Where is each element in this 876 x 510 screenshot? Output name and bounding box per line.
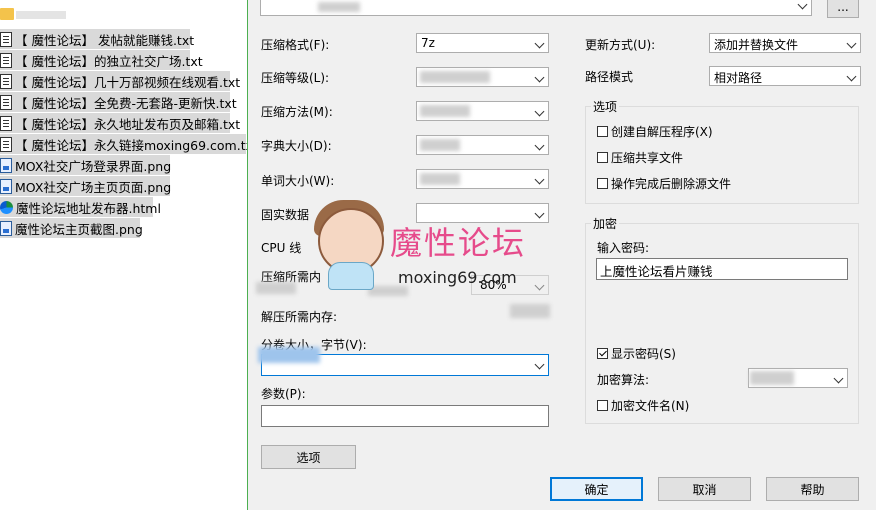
chevron-down-icon — [797, 0, 808, 10]
cancel-button[interactable]: 取消 — [658, 477, 751, 501]
chevron-down-icon — [846, 38, 857, 49]
params-label: 参数(P): — [261, 387, 306, 401]
params-input[interactable] — [261, 405, 549, 427]
sfx-checkbox[interactable]: 创建自解压程序(X) — [597, 123, 713, 140]
chevron-down-icon — [846, 71, 857, 82]
file-item[interactable]: 【 魔性论坛】永久链接moxing69.com.txt — [0, 134, 258, 154]
blurred-value — [256, 282, 296, 294]
password-label: 输入密码: — [597, 241, 650, 255]
options-button[interactable]: 选项 — [261, 445, 356, 469]
encryption-method-label: 加密算法: — [597, 373, 650, 387]
file-item[interactable]: 【 魔性论坛】的独立社交广场.txt — [0, 50, 203, 70]
blurred-value — [258, 347, 320, 363]
text-file-icon — [0, 52, 12, 68]
blurred-archive-name — [318, 2, 360, 12]
file-item[interactable]: MOX社交广场主页页面.png — [0, 176, 171, 196]
file-item[interactable]: 【 魔性论坛】永久地址发布页及邮箱.txt — [0, 113, 240, 133]
image-file-icon — [0, 157, 12, 173]
word-label: 单词大小(W): — [261, 174, 335, 188]
watermark-mascot-body — [328, 262, 374, 290]
blurred-value — [420, 173, 460, 185]
image-file-icon — [0, 178, 12, 194]
text-file-icon — [0, 115, 12, 131]
chevron-down-icon — [534, 280, 545, 291]
blurred-folder-name — [16, 11, 66, 19]
chevron-down-icon — [534, 38, 545, 49]
edge-browser-icon — [0, 199, 13, 215]
text-file-icon — [0, 31, 12, 47]
text-file-icon — [0, 136, 12, 152]
chevron-down-icon — [534, 208, 545, 219]
level-label: 压缩等级(L): — [261, 71, 330, 85]
show-password-checkbox[interactable]: 显示密码(S) — [597, 345, 676, 362]
shared-files-checkbox[interactable]: 压缩共享文件 — [597, 149, 683, 166]
solid-label: 固实数据 — [261, 208, 310, 222]
decomp-mem-label: 解压所需内存: — [261, 310, 338, 324]
blurred-value — [368, 286, 408, 296]
chevron-down-icon — [534, 72, 545, 83]
file-item[interactable]: 魔性论坛主页截图.png — [0, 218, 143, 238]
text-file-icon — [0, 73, 12, 89]
browse-button[interactable]: ... — [827, 0, 859, 18]
checkmark-icon — [597, 348, 608, 359]
chevron-down-icon — [534, 174, 545, 185]
ok-button[interactable]: 确定 — [550, 477, 643, 501]
chevron-down-icon — [534, 106, 545, 117]
file-item[interactable]: MOX社交广场登录界面.png — [0, 155, 171, 175]
update-select[interactable]: 添加并替换文件 — [709, 33, 861, 53]
help-button[interactable]: 帮助 — [766, 477, 859, 501]
blurred-value — [420, 71, 490, 83]
blurred-value — [750, 371, 794, 385]
encrypt-names-checkbox[interactable]: 加密文件名(N) — [597, 397, 689, 414]
cpu-label: CPU 线 — [261, 241, 302, 255]
watermark-url: moxing69.com — [398, 268, 517, 287]
dict-label: 字典大小(D): — [261, 139, 332, 153]
path-select[interactable]: 相对路径 — [709, 66, 861, 86]
path-label: 路径模式 — [585, 70, 634, 84]
file-item[interactable]: 【 魔性论坛】全免费-无套路-更新快.txt — [0, 92, 237, 112]
file-item[interactable]: 魔性论坛地址发布器.html — [0, 197, 161, 217]
delete-after-checkbox[interactable]: 操作完成后删除源文件 — [597, 175, 731, 192]
chevron-down-icon — [534, 140, 545, 151]
format-label: 压缩格式(F): — [261, 38, 330, 52]
chevron-down-icon — [534, 359, 545, 370]
method-label: 压缩方法(M): — [261, 105, 333, 119]
password-input[interactable]: 上魔性论坛看片赚钱 — [596, 258, 848, 280]
blurred-value — [510, 304, 550, 318]
chevron-down-icon — [833, 373, 844, 384]
format-select[interactable]: 7z — [416, 33, 549, 53]
watermark-title: 魔性论坛 — [390, 224, 527, 262]
blurred-value — [420, 105, 470, 117]
options-group-title: 选项 — [591, 98, 620, 115]
text-file-icon — [0, 94, 12, 110]
blurred-value — [420, 139, 460, 151]
image-file-icon — [0, 220, 12, 236]
update-label: 更新方式(U): — [585, 38, 656, 52]
file-item[interactable]: 【 魔性论坛】几十万部视频在线观看.txt — [0, 71, 240, 91]
folder-icon — [0, 8, 14, 20]
file-list: 【 魔性论坛】 发帖就能赚钱.txt 【 魔性论坛】的独立社交广场.txt 【 … — [0, 0, 258, 510]
file-item[interactable]: 【 魔性论坛】 发帖就能赚钱.txt — [0, 29, 194, 49]
encryption-group-title: 加密 — [591, 215, 620, 232]
